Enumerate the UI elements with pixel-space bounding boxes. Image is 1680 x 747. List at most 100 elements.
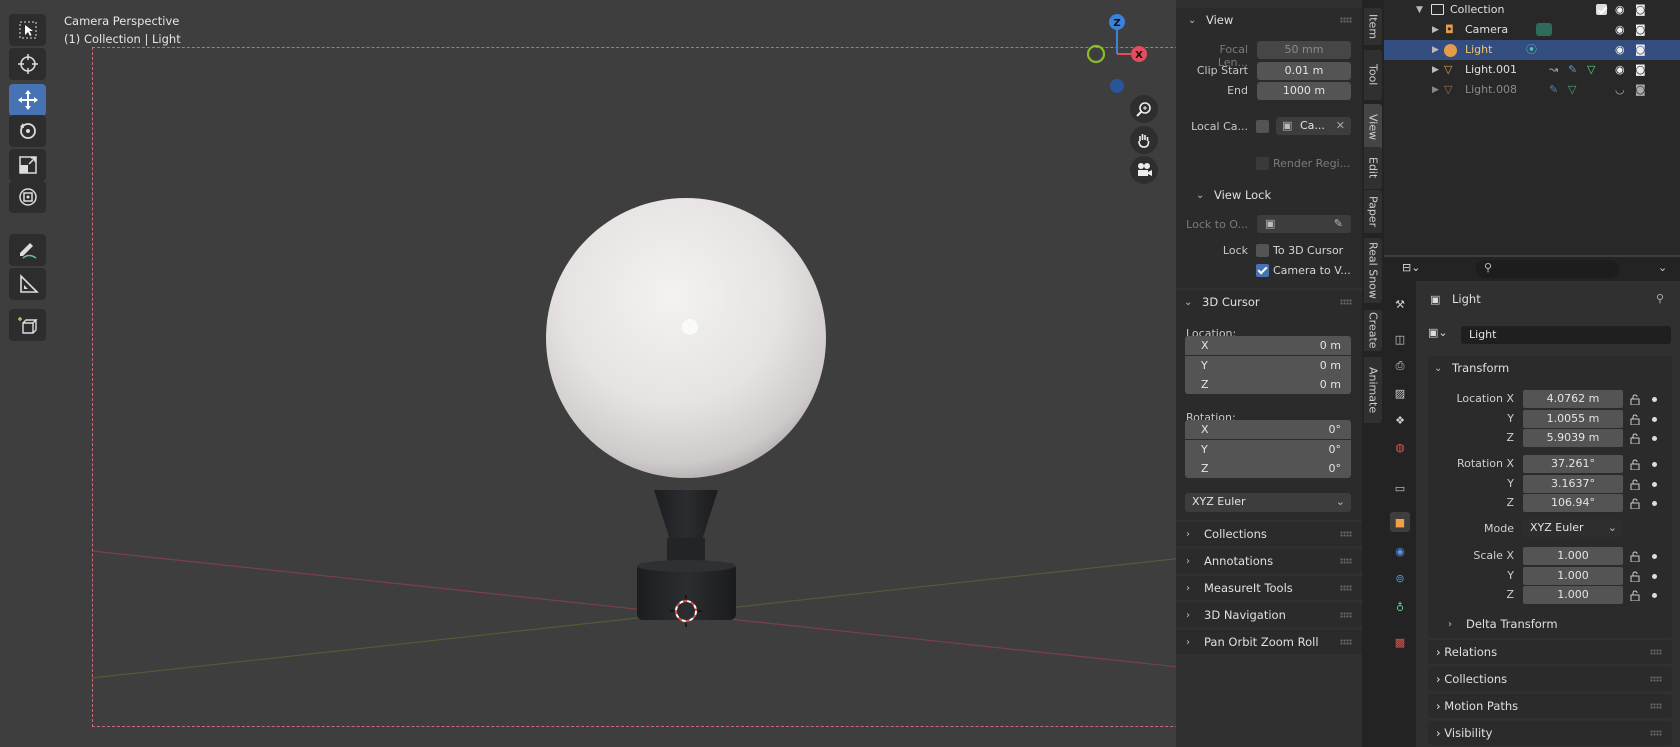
rotation-mode-dropdown[interactable]: XYZ Euler ⌄ xyxy=(1523,519,1623,537)
texture-tab[interactable]: ▩ xyxy=(1390,632,1410,652)
options-dropdown-icon[interactable]: ⌄ xyxy=(1658,261,1667,274)
lock-icon[interactable] xyxy=(1630,551,1642,563)
output-tab[interactable]: ⎙ xyxy=(1390,356,1410,376)
constraint-icon[interactable]: ↝ xyxy=(1549,60,1558,80)
local-camera-field[interactable]: Ca... ▣ ✕ xyxy=(1276,117,1351,135)
lock-icon[interactable] xyxy=(1630,590,1642,602)
scale-field-2[interactable]: 1.000 xyxy=(1523,586,1623,604)
cursor-location-row-x[interactable]: X 0 m xyxy=(1185,336,1351,355)
include-checkbox[interactable] xyxy=(1596,4,1607,15)
keyframe-dot[interactable] xyxy=(1652,462,1657,467)
prop-section-relations[interactable]: › Relations xyxy=(1428,640,1672,664)
add-cube-tool-button[interactable] xyxy=(9,309,46,341)
panel-header-4[interactable]: › Pan Orbit Zoom Roll xyxy=(1186,631,1319,653)
object-tab[interactable]: ■ xyxy=(1390,512,1410,532)
outliner-row-collection[interactable]: ▼ Collection ◉ ◙ xyxy=(1384,0,1680,20)
outliner-row-light[interactable]: ▶ Light ⦿ ◉ ◙ xyxy=(1384,40,1680,60)
cursor-location-row-y[interactable]: Y 0 m xyxy=(1185,355,1351,375)
render-camera-icon[interactable]: ◙ xyxy=(1635,40,1646,60)
drag-handle[interactable] xyxy=(1340,585,1352,591)
eye-icon[interactable]: ◉ xyxy=(1615,60,1625,80)
measure-tool-button[interactable] xyxy=(9,268,46,300)
render-camera-icon[interactable]: ◙ xyxy=(1635,0,1646,20)
tab-edit[interactable]: Edit xyxy=(1364,147,1382,189)
keyframe-dot[interactable] xyxy=(1652,436,1657,441)
outliner-row-camera[interactable]: ▶ ◘ Camera ◉ ◙ xyxy=(1384,20,1680,40)
panel-header-1[interactable]: › Annotations xyxy=(1186,550,1273,572)
constraints-tab[interactable]: ⊚ xyxy=(1390,568,1410,588)
lock-icon[interactable] xyxy=(1630,459,1642,471)
prop-section-visibility[interactable]: › Visibility xyxy=(1428,721,1672,745)
tab-paper[interactable]: Paper xyxy=(1364,190,1382,233)
pan-button[interactable] xyxy=(1130,126,1158,154)
lock-icon[interactable] xyxy=(1630,394,1642,406)
tab-create[interactable]: Create xyxy=(1364,310,1382,351)
drag-handle[interactable] xyxy=(1340,639,1352,645)
object-name-field[interactable]: Light xyxy=(1461,326,1671,344)
panel-header-2[interactable]: › MeasureIt Tools xyxy=(1186,577,1293,599)
collection-tab[interactable]: ▭ xyxy=(1390,478,1410,498)
lock-icon[interactable] xyxy=(1630,413,1642,425)
mesh-data-icon[interactable]: ▽ xyxy=(1568,80,1576,100)
cursor-rotation-row-y[interactable]: Y 0° xyxy=(1185,439,1351,459)
transform-tool-button[interactable] xyxy=(9,181,46,213)
keyframe-dot[interactable] xyxy=(1652,573,1657,579)
navigation-gizmo[interactable]: Z X xyxy=(1075,10,1155,100)
view-lock-header[interactable]: ⌄ View Lock xyxy=(1196,184,1271,206)
outliner-row-light-001[interactable]: ▶ ▽ Light.001 ↝ ✎ ▽ ◉ ◙ xyxy=(1384,60,1680,80)
rotation-field-2[interactable]: 106.94° xyxy=(1523,494,1623,512)
rotation-mode-select[interactable]: XYZ Euler ⌄ xyxy=(1185,493,1351,512)
zoom-button[interactable] xyxy=(1130,95,1158,123)
location-field-0[interactable]: 4.0762 m xyxy=(1523,390,1623,408)
render-region-checkbox[interactable] xyxy=(1256,157,1269,170)
move-tool-button[interactable] xyxy=(9,84,46,116)
lock-icon[interactable] xyxy=(1630,478,1642,490)
scale-field-0[interactable]: 1.000 xyxy=(1523,547,1623,565)
rotation-field-1[interactable]: 3.1637° xyxy=(1523,474,1623,493)
clip-start-field[interactable]: 0.01 m xyxy=(1257,62,1351,80)
scale-field-1[interactable]: 1.000 xyxy=(1523,566,1623,585)
camera-view-button[interactable] xyxy=(1130,156,1158,184)
object-browse-dropdown[interactable]: ▣⌄ xyxy=(1428,326,1460,344)
render-camera-icon[interactable]: ◙ xyxy=(1635,80,1646,100)
drag-handle[interactable] xyxy=(1650,676,1662,682)
rotation-field-0[interactable]: 37.261° xyxy=(1523,455,1623,473)
drag-handle[interactable] xyxy=(1650,649,1662,655)
drag-handle[interactable] xyxy=(1650,703,1662,709)
drag-handle[interactable] xyxy=(1340,531,1352,537)
cursor-tool-button[interactable] xyxy=(9,48,46,80)
eye-icon[interactable]: ◉ xyxy=(1615,20,1625,40)
modifier-wrench-icon[interactable]: ✎ xyxy=(1549,80,1558,100)
3d-viewport[interactable]: Camera Perspective (1) Collection | Ligh… xyxy=(0,0,1370,747)
focal-length-field[interactable]: 50 mm xyxy=(1257,41,1351,59)
lock-icon[interactable] xyxy=(1630,570,1642,582)
tab-view[interactable]: View xyxy=(1364,104,1382,151)
lock-icon[interactable] xyxy=(1630,498,1642,510)
outliner-row-light-008[interactable]: ▶ ▽ Light.008 ✎ ▽ ◡ ◙ xyxy=(1384,80,1680,100)
expand-toggle-icon[interactable]: ▼ xyxy=(1416,0,1423,20)
location-field-2[interactable]: 5.9039 m xyxy=(1523,429,1623,447)
panel-header-0[interactable]: › Collections xyxy=(1186,523,1267,545)
clip-end-field[interactable]: 1000 m xyxy=(1257,82,1351,100)
render-camera-icon[interactable]: ◙ xyxy=(1635,20,1646,40)
camera-to-view-checkbox[interactable] xyxy=(1256,264,1269,277)
annotate-tool-button[interactable] xyxy=(9,234,46,266)
render-camera-icon[interactable]: ◙ xyxy=(1635,60,1646,80)
to-3d-cursor-checkbox[interactable] xyxy=(1256,244,1269,257)
rotate-tool-button[interactable] xyxy=(9,115,46,147)
drag-handle[interactable] xyxy=(1340,558,1352,564)
scene-tab[interactable]: ❖ xyxy=(1390,410,1410,430)
prop-section-collections[interactable]: › Collections xyxy=(1428,667,1672,691)
expand-toggle-icon[interactable]: ▶ xyxy=(1432,80,1439,100)
modifier-wrench-icon[interactable]: ✎ xyxy=(1568,60,1577,80)
physics-tab[interactable]: ◉ xyxy=(1390,541,1410,561)
clear-icon[interactable]: ✕ xyxy=(1336,117,1345,135)
location-field-1[interactable]: 1.0055 m xyxy=(1523,409,1623,428)
drag-handle[interactable] xyxy=(1340,299,1352,305)
delta-transform-header[interactable]: › Delta Transform xyxy=(1448,613,1558,635)
light-data-icon[interactable]: ⦿ xyxy=(1526,40,1537,60)
eye-icon[interactable]: ◉ xyxy=(1615,40,1625,60)
eye-closed-icon[interactable]: ◡ xyxy=(1615,80,1625,100)
prop-section-motion-paths[interactable]: › Motion Paths xyxy=(1428,694,1672,718)
view-layer-tab[interactable]: ▨ xyxy=(1390,383,1410,403)
